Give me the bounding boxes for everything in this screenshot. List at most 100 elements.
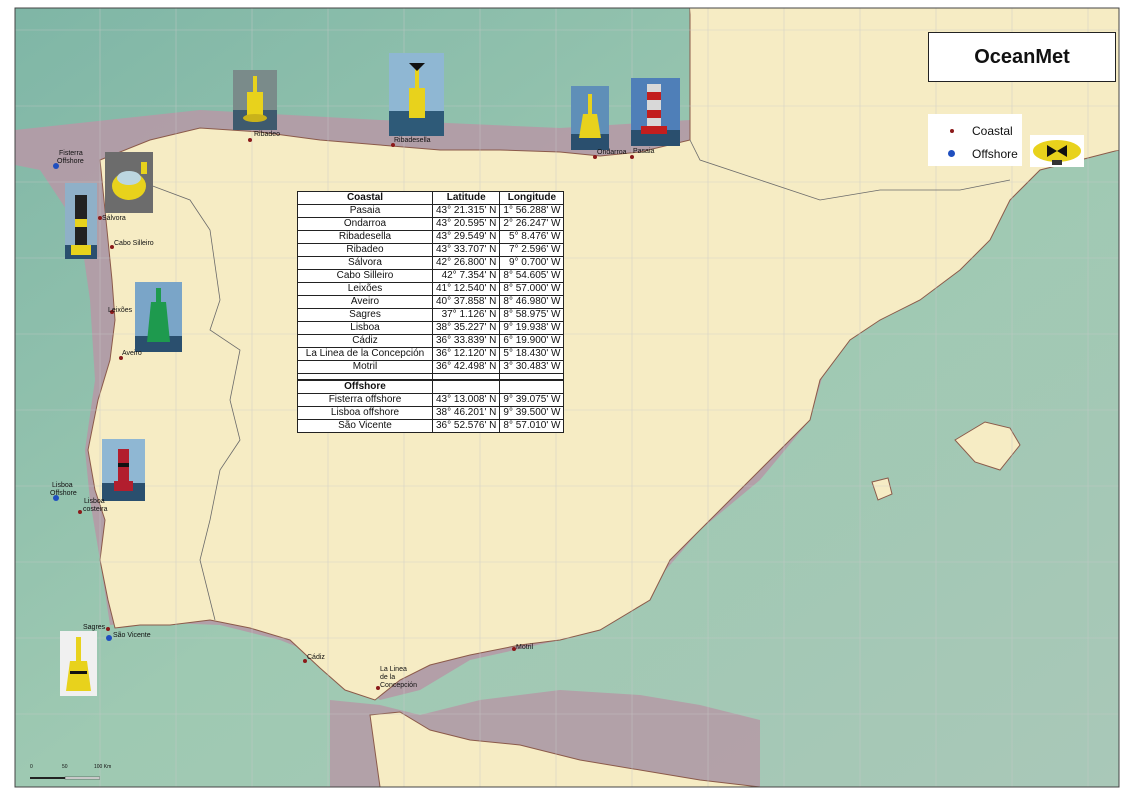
buoy-photo-ribadeo [233, 70, 277, 130]
table-row: Motril 36° 42.498' N 3° 30.483' W [297, 360, 565, 374]
buoy-photo-salvora [105, 152, 153, 213]
label-cadiz: Cádiz [307, 654, 325, 661]
legend-buoy-photo [1030, 135, 1084, 167]
legend-coastal-symbol [950, 129, 954, 133]
table-row: Sálvora 42° 26.800' N 9° 0.700' W [297, 256, 565, 270]
table-row: Ondarroa 43° 20.595' N 2° 26.247' W [297, 217, 565, 231]
cell-lon: 3° 30.483' W [499, 360, 565, 374]
cell-name: São Vicente [297, 419, 433, 433]
label-fisterra-2: Offshore [57, 158, 84, 165]
cell-lat: 43° 33.707' N [431, 243, 501, 257]
cell-lon: 8° 57.010' W [499, 419, 565, 433]
cell-lon: 8° 46.980' W [499, 295, 565, 309]
label-salvora: Sálvora [102, 215, 126, 222]
table-row: Ribadeo 43° 33.707' N 7° 2.596' W [297, 243, 565, 257]
cell-lat: 42° 26.800' N [431, 256, 501, 270]
cell-lat: 36° 42.498' N [431, 360, 501, 374]
cell-name: Aveiro [297, 295, 433, 309]
label-aveiro: Aveiro [122, 350, 142, 357]
cell-lon: 7° 2.596' W [499, 243, 565, 257]
table-row: Aveiro 40° 37.858' N 8° 46.980' W [297, 295, 565, 309]
scale-tick-50: 50 [62, 764, 68, 770]
table-header-row: Coastal Latitude Longitude [297, 191, 565, 205]
offshore-header-row: Offshore [297, 379, 565, 394]
cell-name: Ribadeo [297, 243, 433, 257]
cell-lon: 5° 8.476' W [499, 230, 565, 244]
label-lisboa-costeira-2: costeira [83, 506, 108, 513]
marker-sao-vicente [106, 635, 112, 641]
label-leixoes: Leixões [108, 307, 133, 314]
buoy-photo-ondarroa [571, 86, 609, 150]
cell-name: Ondarroa [297, 217, 433, 231]
legend-offshore-symbol [948, 150, 955, 157]
cell-name: Motril [297, 360, 433, 374]
header-latitude: Latitude [431, 191, 501, 205]
cell-lat: 43° 29.549' N [431, 230, 501, 244]
cell-lon: 8° 57.000' W [499, 282, 565, 296]
cell-lat: 43° 20.595' N [431, 217, 501, 231]
cell-lat: 38° 35.227' N [431, 321, 501, 335]
table-row: Pasaia 43° 21.315' N 1° 56.288' W [297, 204, 565, 218]
scale-tick-0: 0 [30, 764, 33, 770]
label-la-linea-1: La Linea [380, 666, 407, 673]
cell-lat: 37° 1.126' N [431, 308, 501, 322]
cell-name: Sagres [297, 308, 433, 322]
table-row: Cádiz 36° 33.839' N 6° 19.900' W [297, 334, 565, 348]
cell-lon: 8° 54.605' W [499, 269, 565, 283]
cell-name: Lisboa offshore [297, 406, 433, 420]
buoy-photo-pasaia [631, 78, 680, 146]
label-cabo-silleiro: Cabo Silleiro [114, 240, 154, 247]
header-longitude: Longitude [499, 191, 565, 205]
buoy-photo-lisboa [102, 439, 145, 501]
label-lisboa-offshore-2: Offshore [50, 490, 77, 497]
legend-offshore-label: Offshore [972, 147, 1018, 161]
label-pasaia: Pasaia [633, 148, 655, 155]
cell-lon: 9° 0.700' W [499, 256, 565, 270]
cell-lon: 9° 39.075' W [499, 393, 565, 407]
cell-lon: 2° 26.247' W [499, 217, 565, 231]
table-row: Sagres 37° 1.126' N 8° 58.975' W [297, 308, 565, 322]
label-la-linea-3: Concepción [380, 682, 417, 689]
cell-name: Ribadesella [297, 230, 433, 244]
label-la-linea-2: de la [380, 674, 396, 681]
buoy-photo-ribadesella [389, 53, 444, 136]
legend-coastal-label: Coastal [972, 124, 1013, 138]
marker-lisboa-costeira [78, 510, 82, 514]
coastal-rows: Pasaia 43° 21.315' N 1° 56.288' W Ondarroa 4… [297, 204, 565, 374]
buoy-photo-cabo-silleiro [65, 183, 97, 259]
label-motril: Motril [516, 644, 534, 651]
cell-lon: 9° 39.500' W [499, 406, 565, 420]
table-row: Leixões 41° 12.540' N 8° 57.000' W [297, 282, 565, 296]
cell-name: Fisterra offshore [297, 393, 433, 407]
buoy-coordinates-table: Coastal Latitude Longitude Pasaia 43° 21.… [297, 191, 565, 433]
map-title: OceanMet [928, 32, 1116, 82]
cell-lat: 36° 52.576' N [431, 419, 501, 433]
cell-lat: 41° 12.540' N [431, 282, 501, 296]
legend: Coastal Offshore [928, 114, 1022, 166]
cell-name: Cádiz [297, 334, 433, 348]
label-ondarroa: Ondarroa [597, 149, 627, 156]
label-ribadeo: Ribadeo [254, 131, 281, 138]
table-row: Ribadesella 43° 29.549' N 5° 8.476' W [297, 230, 565, 244]
label-lisboa-costeira-1: Lisboa [84, 498, 105, 505]
cell-name: Cabo Silleiro [297, 269, 433, 283]
cell-lat: 43° 21.315' N [431, 204, 501, 218]
marker-sagres [106, 627, 110, 631]
offshore-rows: Fisterra offshore 43° 13.008' N 9° 39.075'… [297, 393, 565, 433]
cell-lat: 43° 13.008' N [431, 393, 501, 407]
cell-lon: 6° 19.900' W [499, 334, 565, 348]
marker-ribadeo [248, 138, 252, 142]
scale-tick-100: 100 Km [94, 764, 112, 770]
cell-name: La Linea de la Concepción [297, 347, 433, 361]
table-row: La Linea de la Concepción 36° 12.120' N 5°… [297, 347, 565, 361]
cell-lat: 36° 33.839' N [431, 334, 501, 348]
cell-name: Leixões [297, 282, 433, 296]
label-fisterra-1: Fisterra [59, 150, 83, 157]
table-row: Fisterra offshore 43° 13.008' N 9° 39.075'… [297, 393, 565, 407]
cell-lon: 1° 56.288' W [499, 204, 565, 218]
cell-lat: 36° 12.120' N [431, 347, 501, 361]
label-sao-vicente: São Vicente [113, 632, 151, 639]
label-ribadesella: Ribadesella [394, 137, 431, 144]
header-coastal: Coastal [297, 191, 433, 205]
cell-lon: 8° 58.975' W [499, 308, 565, 322]
